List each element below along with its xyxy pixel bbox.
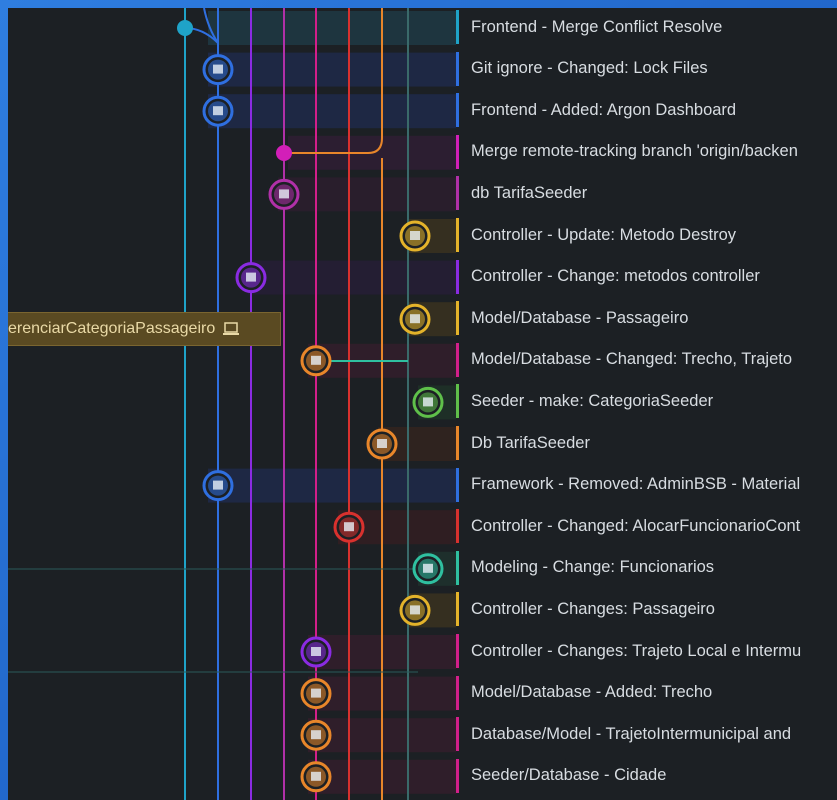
avatar-identicon (410, 605, 420, 615)
commit-message: Db TarifaSeeder (471, 433, 590, 452)
commit-lane-marker (456, 426, 459, 460)
commit-lane-marker (456, 634, 459, 668)
commit-lane-marker (456, 384, 459, 419)
commit-lane-marker (456, 509, 459, 544)
avatar-identicon (423, 563, 433, 573)
commit-row[interactable]: Controller - Changes: Trajeto Local e In… (456, 632, 837, 670)
commit-row[interactable]: Db TarifaSeeder (456, 424, 837, 462)
commit-message: Model/Database - Passageiro (471, 308, 689, 327)
commit-row[interactable]: Controller - Update: Metodo Destroy (456, 216, 837, 254)
commit-row[interactable]: Git ignore - Changed: Lock Files (456, 50, 837, 88)
commit-message: Model/Database - Changed: Trecho, Trajet… (471, 350, 793, 369)
avatar-identicon (311, 730, 321, 740)
commit-row-band (248, 260, 456, 295)
laptop-icon (223, 322, 240, 335)
commit-message: Model/Database - Added: Trecho (471, 683, 713, 702)
avatar-identicon (213, 64, 223, 74)
avatar-identicon (377, 439, 387, 448)
commit-row[interactable]: Frontend - Added: Argon Dashboard (456, 91, 837, 129)
commit-row[interactable]: Model/Database - Added: Trecho (456, 674, 837, 712)
commit-row-band (208, 468, 456, 503)
avatar-identicon (279, 189, 289, 199)
commit-message: Seeder - make: CategoriaSeeder (471, 391, 714, 410)
commit-message: Database/Model - TrajetoIntermunicipal a… (471, 724, 792, 743)
avatar-identicon (311, 688, 321, 698)
commit-row[interactable]: Database/Model - TrajetoIntermunicipal a… (456, 715, 837, 753)
commit-lane-marker (456, 134, 459, 169)
commit-lane-marker (456, 717, 459, 752)
avatar-identicon (423, 397, 433, 407)
commit-row-band (278, 177, 456, 212)
commit-lane-marker (456, 592, 459, 627)
commit-row[interactable]: Merge remote-tracking branch 'origin/bac… (456, 133, 837, 171)
commit-message: Git ignore - Changed: Lock Files (471, 59, 708, 78)
commit-row[interactable]: Controller - Changes: Passageiro (456, 590, 837, 628)
branch-label[interactable]: erenciarCategoriaPassageiro (8, 312, 281, 346)
commit-graph-panel: erenciarCategoriaPassageiro Frontend - M… (8, 8, 837, 800)
avatar-identicon (246, 272, 256, 282)
commit-message: Controller - Change: metodos controller (471, 267, 760, 286)
commit-lane-marker (456, 93, 459, 128)
avatar-identicon (213, 106, 223, 116)
avatar-identicon (311, 771, 321, 781)
commit-lane-marker (456, 675, 459, 710)
commit-row[interactable]: Modeling - Change: Funcionarios (456, 549, 837, 587)
commit-lane-marker (456, 218, 459, 252)
commit-row[interactable]: Seeder - make: CategoriaSeeder (456, 382, 837, 420)
commit-message: Controller - Changed: AlocarFuncionarioC… (471, 516, 801, 535)
merge-commit-dot (276, 145, 292, 161)
commit-message: db TarifaSeeder (471, 183, 588, 202)
merge-commit-dot (177, 20, 193, 36)
commit-message: Modeling - Change: Funcionarios (471, 558, 715, 577)
avatar-identicon (410, 231, 420, 240)
commit-lane-marker (456, 176, 459, 211)
commit-message: Framework - Removed: AdminBSB - Material (471, 475, 801, 494)
commit-lane-marker (456, 467, 459, 502)
commit-message: Controller - Changes: Trajeto Local e In… (471, 641, 802, 660)
commit-message: Frontend - Added: Argon Dashboard (471, 100, 737, 119)
commit-row[interactable]: Seeder/Database - Cidade (456, 757, 837, 795)
avatar-identicon (311, 355, 321, 365)
commit-row[interactable]: Controller - Changed: AlocarFuncionarioC… (456, 507, 837, 545)
commit-row-band (208, 52, 456, 87)
commit-row[interactable]: Controller - Change: metodos controller (456, 258, 837, 296)
commit-lane-marker (456, 550, 459, 585)
commit-message: Frontend - Merge Conflict Resolve (471, 17, 723, 36)
avatar-identicon (344, 522, 354, 532)
commit-lane-marker (456, 51, 459, 86)
commit-lane-marker (456, 10, 459, 44)
commit-message: Seeder/Database - Cidade (471, 766, 667, 785)
commit-message: Controller - Changes: Passageiro (471, 599, 715, 618)
commit-row-band (208, 94, 456, 129)
commit-row[interactable]: Frontend - Merge Conflict Resolve (456, 8, 837, 46)
avatar-identicon (311, 647, 321, 656)
avatar-identicon (213, 480, 223, 490)
avatar-identicon (410, 314, 420, 324)
branch-label-text: erenciarCategoriaPassageiro (8, 320, 216, 337)
commit-row[interactable]: db TarifaSeeder (456, 174, 837, 212)
commit-message: Controller - Update: Metodo Destroy (471, 225, 737, 244)
commit-row[interactable]: Framework - Removed: AdminBSB - Material (456, 466, 837, 504)
commit-lane-marker (456, 758, 459, 793)
commit-lane-marker (456, 301, 459, 336)
commit-row[interactable]: Model/Database - Passageiro (456, 299, 837, 337)
commit-row-band (208, 11, 456, 45)
commit-row[interactable]: Model/Database - Changed: Trecho, Trajet… (456, 341, 837, 379)
commit-message: Merge remote-tracking branch 'origin/bac… (471, 142, 798, 161)
commit-lane-marker (456, 342, 459, 377)
commit-lane-marker (456, 259, 459, 294)
